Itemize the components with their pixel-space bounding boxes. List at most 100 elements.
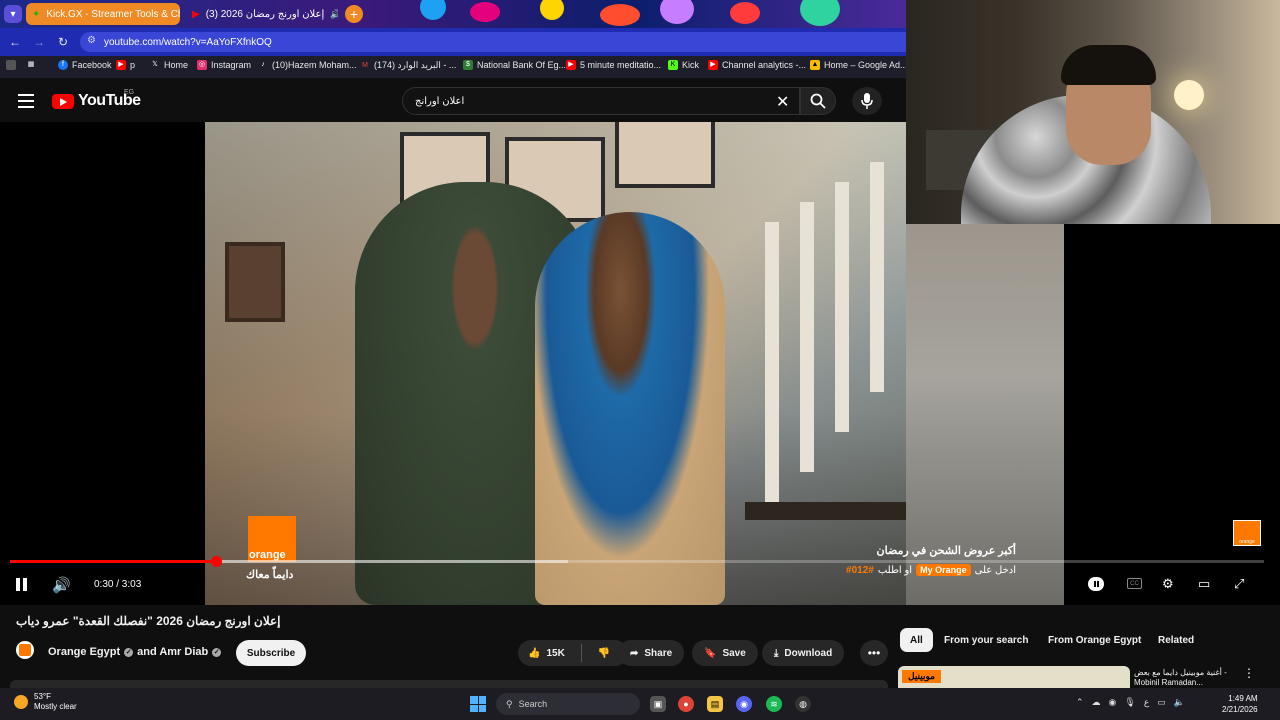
system-clock[interactable]: 1:49 AM 2/21/2026 xyxy=(1222,693,1258,715)
weather-moon-icon xyxy=(14,695,28,709)
chrome-icon[interactable]: ● xyxy=(678,696,694,712)
bookmark-item[interactable]: 𝕏 Home xyxy=(150,60,188,70)
obs-icon[interactable]: ◍ xyxy=(795,696,811,712)
search-button[interactable] xyxy=(800,87,836,115)
bookmark-item[interactable]: ♪ (10)Hazem Moham... xyxy=(258,60,356,70)
taskbar-search-input[interactable]: ⚲ Search xyxy=(496,693,640,715)
sidebar-toggle-icon[interactable] xyxy=(6,60,16,70)
language-indicator[interactable]: ع xyxy=(1144,697,1149,708)
like-button[interactable]: 👍 15K xyxy=(518,640,575,666)
bookmark-item[interactable]: ▲ Home – Google Ad... xyxy=(810,60,908,70)
site-info-icon[interactable]: ⚙ xyxy=(87,35,96,46)
save-button[interactable]: 🔖 Save xyxy=(692,640,758,666)
youtube-icon: ▶ xyxy=(708,60,718,70)
video-title: إعلان اورنج رمضان 2026 "نفصلك القعدة" عم… xyxy=(16,614,281,628)
search-input[interactable]: اعلان اورانج xyxy=(402,87,800,115)
autoplay-toggle[interactable] xyxy=(1088,577,1104,591)
tab-search-button[interactable]: ▾ xyxy=(4,5,22,23)
bookmark-item[interactable]: ▶ p xyxy=(116,60,135,70)
country-code: EG xyxy=(124,89,135,96)
address-bar[interactable]: ⚙ youtube.com/watch?v=AaYoFXfnkOQ xyxy=(80,32,906,52)
subscribe-button[interactable]: Subscribe xyxy=(236,640,306,666)
new-tab-button[interactable]: + xyxy=(345,5,363,23)
download-button[interactable]: ⤓ Download xyxy=(762,640,845,666)
settings-gear-icon[interactable]: ⚙ xyxy=(1162,576,1174,592)
decoration-shape xyxy=(660,0,694,24)
discord-tray-icon[interactable]: ◉ xyxy=(1109,697,1117,708)
audio-playing-icon[interactable]: 🔊 xyxy=(330,9,338,20)
clear-search-icon[interactable]: ✕ xyxy=(776,92,789,112)
chip-related[interactable]: Related xyxy=(1148,628,1204,652)
spotify-icon[interactable]: ≋ xyxy=(766,696,782,712)
instagram-icon: ◎ xyxy=(197,60,207,70)
stair-baluster xyxy=(835,182,849,432)
microphone-icon[interactable]: 🎙 xyxy=(1124,697,1135,708)
channel-name-text: Orange Egypt xyxy=(48,646,121,658)
file-explorer-icon[interactable]: ▤ xyxy=(707,696,723,712)
recommended-video-thumbnail[interactable]: موبينيل xyxy=(898,666,1130,688)
chip-from-orange-egypt[interactable]: From Orange Egypt xyxy=(1038,628,1151,652)
recommended-video-title[interactable]: أغنية موبينيل دايما مع بعض - Mobinil Ram… xyxy=(1134,668,1234,688)
channel-name[interactable]: Orange Egypt ✓ and Amr Diab ✓ xyxy=(48,646,222,658)
onedrive-icon[interactable]: ☁ xyxy=(1092,697,1101,708)
description-box[interactable] xyxy=(10,680,888,688)
thumbs-up-icon: 👍 xyxy=(528,647,541,659)
bookmark-item[interactable]: f Facebook xyxy=(58,60,112,70)
share-button[interactable]: ➦ Share xyxy=(618,640,685,666)
clock-date: 2/21/2026 xyxy=(1222,705,1258,714)
discord-icon[interactable]: ◉ xyxy=(736,696,752,712)
channel-avatar[interactable] xyxy=(16,641,34,659)
gmail-icon: M xyxy=(362,61,368,69)
kebab-menu-icon[interactable]: ⋮ xyxy=(1243,666,1255,680)
weather-widget[interactable]: 53°F Mostly clear xyxy=(14,692,77,712)
browser-tab-kick[interactable]: ✦ Kick.GX - Streamer Tools & Cha ✕ xyxy=(26,3,180,25)
chip-from-your-search[interactable]: From your search xyxy=(934,628,1038,652)
pause-button[interactable] xyxy=(16,578,30,592)
search-icon xyxy=(810,93,826,109)
bookmark-item[interactable]: $ National Bank Of Eg... xyxy=(463,60,566,70)
browser-tab-youtube[interactable]: ▶ (3) إعلان اورنج رمضان 2026 🔊 ✕ xyxy=(186,3,338,25)
reload-button[interactable]: ↻ xyxy=(54,33,72,51)
facebook-icon: f xyxy=(58,60,68,70)
bookmark-item[interactable]: ▶ 5 minute meditatio... xyxy=(566,60,661,70)
task-view-icon[interactable]: ▣ xyxy=(650,696,666,712)
display-icon[interactable]: ▭ xyxy=(1157,697,1166,708)
apps-grid-icon[interactable]: ▦ xyxy=(26,60,36,70)
video-frame[interactable] xyxy=(205,122,906,605)
chip-all[interactable]: All xyxy=(900,628,933,652)
voice-search-button[interactable] xyxy=(852,87,882,115)
subtitles-button[interactable]: CC xyxy=(1127,578,1142,589)
forward-button[interactable]: → xyxy=(30,33,48,51)
fullscreen-icon[interactable]: ⤢ xyxy=(1234,576,1244,592)
my-orange-badge: My Orange xyxy=(916,564,971,576)
browser-toolbar: ← → ↻ ⚙ youtube.com/watch?v=AaYoFXfnkOQ xyxy=(0,28,906,56)
decoration-shape xyxy=(600,4,640,26)
back-button[interactable]: ← xyxy=(6,33,24,51)
decoration-shape xyxy=(470,2,500,22)
url-text: youtube.com/watch?v=AaYoFXfnkOQ xyxy=(104,36,272,48)
save-label: Save xyxy=(722,647,746,659)
bookmark-label: 5 minute meditatio... xyxy=(580,60,662,70)
progress-scrubber[interactable] xyxy=(210,556,222,567)
stair-baluster xyxy=(800,202,814,472)
more-actions-icon[interactable]: ••• xyxy=(860,640,888,666)
theater-mode-icon[interactable]: ▭ xyxy=(1198,576,1210,592)
menu-icon[interactable] xyxy=(18,94,34,108)
x-icon: 𝕏 xyxy=(152,61,158,68)
bookmark-item[interactable]: ▶ Channel analytics -... xyxy=(708,60,806,70)
windows-start-icon[interactable] xyxy=(470,696,486,712)
like-dislike-group: 👍 15K 👎 xyxy=(518,640,628,666)
dislike-button[interactable]: 👎 xyxy=(588,640,620,666)
tray-overflow-icon[interactable]: ⌃ xyxy=(1076,697,1084,708)
bookmark-label: Home xyxy=(164,60,189,70)
bookmark-label: Channel analytics -... xyxy=(722,60,807,70)
bookmark-item[interactable]: ◎ Instagram xyxy=(197,60,251,70)
volume-icon[interactable]: 🔊 xyxy=(52,576,71,594)
system-tray: ⌃ ☁ ◉ 🎙 ع ▭ 🔈 xyxy=(1076,697,1185,708)
speaker-icon[interactable]: 🔈 xyxy=(1174,697,1185,708)
search-icon: ⚲ xyxy=(506,698,513,709)
search-query-text: اعلان اورانج xyxy=(415,95,465,107)
bookmark-item[interactable]: M (174) البريد الوارد - ... xyxy=(360,60,456,71)
microphone-icon xyxy=(861,93,873,109)
bookmark-item[interactable]: K Kick xyxy=(668,60,699,70)
